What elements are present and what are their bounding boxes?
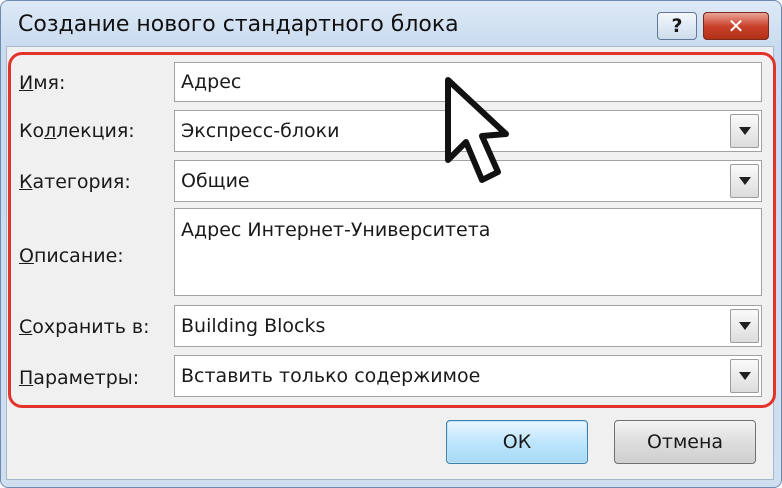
cancel-button[interactable]: Отмена xyxy=(614,420,756,464)
dropdown-arrow-icon xyxy=(738,177,751,185)
description-textarea[interactable]: Адрес Интернет-Университета xyxy=(174,208,762,296)
dropdown-arrow-icon xyxy=(738,127,751,135)
options-select[interactable]: Вставить только содержимое xyxy=(174,355,762,397)
category-label: Категория: xyxy=(19,171,131,193)
close-icon: ✕ xyxy=(727,14,745,38)
name-input-value: Адрес xyxy=(181,71,242,93)
close-button[interactable]: ✕ xyxy=(703,12,769,40)
save-in-select-value: Building Blocks xyxy=(181,315,326,337)
save-in-dropdown-button[interactable] xyxy=(730,309,759,343)
help-icon: ? xyxy=(671,15,683,37)
gallery-select-value: Экспресс-блоки xyxy=(181,120,340,142)
category-select-value: Общие xyxy=(181,170,250,192)
description-label: Описание: xyxy=(19,245,124,267)
title-bar[interactable]: Создание нового стандартного блока ? ✕ xyxy=(1,1,781,51)
dropdown-arrow-icon xyxy=(738,322,751,330)
description-textarea-value: Адрес Интернет-Университета xyxy=(181,219,491,241)
save-in-label: Сохранить в: xyxy=(19,316,150,338)
gallery-label: Коллекция: xyxy=(19,120,135,142)
save-in-select[interactable]: Building Blocks xyxy=(174,305,762,347)
dropdown-arrow-icon xyxy=(738,372,751,380)
options-label: Параметры: xyxy=(19,367,140,389)
options-select-value: Вставить только содержимое xyxy=(181,365,481,387)
options-dropdown-button[interactable] xyxy=(730,359,759,393)
mouse-pointer-icon xyxy=(445,77,509,183)
gallery-dropdown-button[interactable] xyxy=(730,114,759,148)
help-button[interactable]: ? xyxy=(657,12,697,40)
name-label: Имя: xyxy=(19,72,66,94)
window-title: Создание нового стандартного блока xyxy=(18,12,459,37)
category-dropdown-button[interactable] xyxy=(730,164,759,198)
ok-button[interactable]: ОК xyxy=(446,420,588,464)
